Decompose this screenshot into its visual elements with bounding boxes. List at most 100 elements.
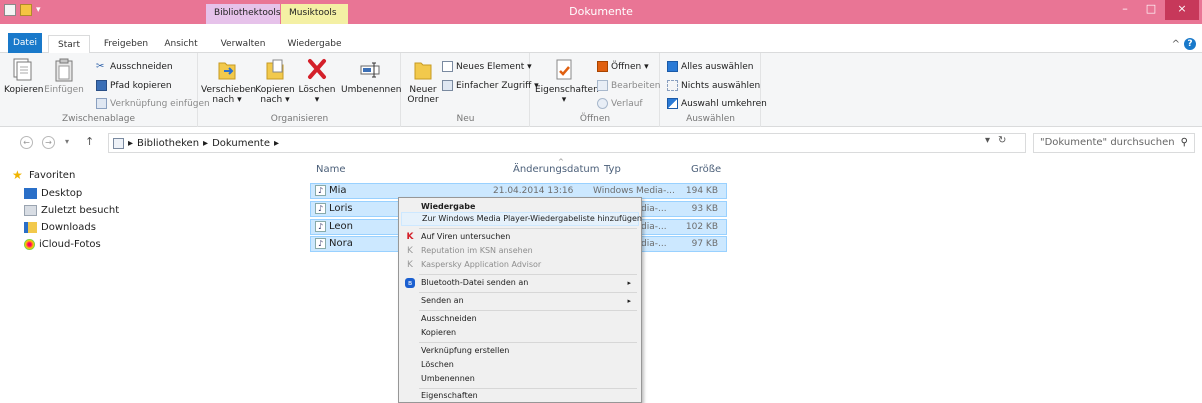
nav-item-zuletzt-besucht[interactable]: Zuletzt besucht [24, 205, 119, 216]
search-input[interactable]: "Dokumente" durchsuchen ⚲ [1033, 133, 1195, 153]
menu-item-loeschen[interactable]: Löschen [401, 358, 639, 372]
menu-item-reputation[interactable]: K Reputation im KSN ansehen [401, 244, 639, 258]
tab-ansicht[interactable]: Ansicht [160, 35, 202, 53]
navigation-pane: ★ Favoriten Desktop Zuletzt besucht Down… [0, 162, 300, 262]
breadcrumb-separator[interactable]: ▸ [128, 138, 133, 149]
breadcrumb-bibliotheken[interactable]: Bibliotheken [137, 138, 199, 149]
menu-item-viren[interactable]: K Auf Viren untersuchen [401, 230, 639, 244]
menu-item-eigenschaften[interactable]: Eigenschaften [401, 389, 639, 403]
column-header-type[interactable]: Typ [604, 164, 621, 175]
forward-button[interactable]: → [42, 136, 55, 149]
menu-item-umbenennen[interactable]: Umbenennen [401, 372, 639, 386]
desktop-icon [24, 188, 37, 199]
audio-file-icon: ♪ [315, 238, 326, 249]
new-folder-big-icon [414, 62, 432, 80]
nav-item-label: Downloads [41, 222, 96, 233]
eigenschaften-button[interactable]: Eigenschaften ▾ [535, 57, 599, 105]
tab-freigeben[interactable]: Freigeben [99, 35, 153, 53]
breadcrumb-separator[interactable]: ▸ [274, 138, 279, 149]
nav-item-label: Desktop [41, 188, 83, 199]
file-size: 194 KB [685, 186, 718, 196]
minimize-ribbon-icon[interactable]: ^ [1172, 39, 1180, 50]
oeffnen-button[interactable]: Öffnen ▾ [597, 61, 649, 72]
address-actions: ▾ ↻ [985, 135, 1006, 146]
history-icon [597, 98, 608, 109]
tab-start[interactable]: Start [48, 35, 90, 54]
column-header-name[interactable]: Name [316, 164, 346, 175]
menu-item-verknuepfung[interactable]: Verknüpfung erstellen [401, 344, 639, 358]
search-icon[interactable]: ⚲ [1181, 137, 1188, 148]
copy-to-icon [266, 59, 284, 80]
column-header-date[interactable]: Änderungsdatum [513, 164, 600, 175]
alles-auswaehlen-button[interactable]: Alles auswählen [667, 61, 753, 72]
zwischenablage-label: Zwischenablage [61, 114, 136, 124]
group-neu: Neuer Ordner Neues Element ▾ Einfacher Z… [402, 53, 539, 127]
group-organisieren: Verschieben nach ▾ Kopieren nach ▾ Lösch… [199, 53, 402, 127]
nav-item-icloud-fotos[interactable]: iCloud-Fotos [24, 239, 101, 250]
refresh-button[interactable]: ↻ [998, 135, 1006, 146]
neuer-ordner-label-2: Ordner [407, 95, 439, 105]
einfuegen-button[interactable]: Einfügen [44, 57, 84, 95]
kopieren-nach-button[interactable]: Kopieren nach ▾ [255, 57, 295, 105]
address-dropdown-button[interactable]: ▾ [985, 135, 990, 146]
ribbon-controls: ^ ? [1172, 38, 1196, 50]
organisieren-label: Organisieren [270, 114, 329, 124]
verschieben-nach-button[interactable]: Verschieben nach ▾ [201, 57, 256, 105]
umbenennen-button[interactable]: Umbenennen [341, 57, 402, 95]
breadcrumb-dokumente[interactable]: Dokumente [212, 138, 270, 149]
new-item-icon [442, 61, 453, 72]
nav-favoriten[interactable]: ★ Favoriten [12, 169, 75, 181]
up-button[interactable]: ↑ [85, 135, 94, 148]
menu-item-ausschneiden[interactable]: Ausschneiden [401, 312, 639, 326]
loeschen-label: Löschen [298, 85, 336, 95]
neuer-ordner-button[interactable]: Neuer Ordner [406, 57, 440, 105]
file-size: 97 KB [691, 239, 718, 249]
verlauf-button[interactable]: Verlauf [597, 98, 643, 109]
ausschneiden-button[interactable]: ✂ Ausschneiden [96, 61, 173, 72]
file-type: Windows Media-... [593, 186, 675, 196]
submenu-arrow-icon: ▸ [627, 297, 631, 305]
auswahl-umkehren-button[interactable]: Auswahl umkehren [667, 98, 767, 109]
back-button[interactable]: ← [20, 136, 33, 149]
breadcrumb-separator[interactable]: ▸ [203, 138, 208, 149]
nichts-auswaehlen-button[interactable]: Nichts auswählen [667, 80, 760, 91]
bearbeiten-button[interactable]: Bearbeiten [597, 80, 660, 91]
menu-item-senden-label: Senden an [421, 296, 464, 305]
rename-icon [360, 62, 380, 78]
minimize-button[interactable]: – [1112, 0, 1138, 20]
window-title: Dokumente [569, 5, 633, 18]
menu-item-bluetooth[interactable]: ʙ Bluetooth-Datei senden an ▸ [401, 276, 639, 290]
einfacher-zugriff-button[interactable]: Einfacher Zugriff ▾ [442, 80, 539, 91]
recent-places-icon [24, 205, 37, 216]
menu-item-advisor[interactable]: K Kaspersky Application Advisor [401, 258, 639, 272]
submenu-arrow-icon: ▸ [627, 279, 631, 287]
help-icon[interactable]: ? [1184, 38, 1196, 50]
pfad-kopieren-button[interactable]: Pfad kopieren [96, 80, 172, 91]
nav-item-downloads[interactable]: Downloads [24, 222, 96, 233]
menu-item-senden-an[interactable]: Senden an ▸ [401, 294, 639, 308]
einfuegen-label: Einfügen [44, 85, 84, 95]
kopieren-button[interactable]: Kopieren [4, 57, 43, 95]
tab-datei[interactable]: Datei [8, 33, 42, 53]
tab-wiedergabe[interactable]: Wiedergabe [281, 35, 348, 53]
address-bar[interactable]: ▸ Bibliotheken ▸ Dokumente ▸ [108, 133, 1026, 153]
ausschneiden-label: Ausschneiden [110, 61, 173, 72]
kopieren-nach-sub-label: nach ▾ [260, 95, 290, 105]
file-name: Nora [329, 238, 353, 249]
tab-verwalten[interactable]: Verwalten [206, 35, 280, 53]
address-row: ← → ▾ ↑ ▸ Bibliotheken ▸ Dokumente ▸ ▾ ↻… [0, 131, 1202, 155]
menu-item-kopieren[interactable]: Kopieren [401, 326, 639, 340]
ribbon: Kopieren Einfügen ✂ Ausschneiden Pfad ko… [0, 53, 1202, 127]
nav-item-desktop[interactable]: Desktop [24, 188, 82, 199]
recent-locations-button[interactable]: ▾ [65, 137, 69, 146]
verknuepfung-einfuegen-button[interactable]: Verknüpfung einfügen [96, 98, 210, 109]
close-button[interactable]: × [1165, 0, 1199, 20]
file-name: Loris [329, 203, 353, 214]
loeschen-button[interactable]: Löschen ▾ [297, 57, 337, 105]
maximize-button[interactable]: □ [1138, 0, 1164, 20]
neues-element-button[interactable]: Neues Element ▾ [442, 61, 532, 72]
menu-item-playlist[interactable]: Zur Windows Media Player-Wiedergabeliste… [401, 212, 642, 226]
icloud-photos-icon [24, 239, 35, 250]
column-header-size[interactable]: Größe [691, 164, 721, 175]
delete-icon [308, 59, 326, 79]
